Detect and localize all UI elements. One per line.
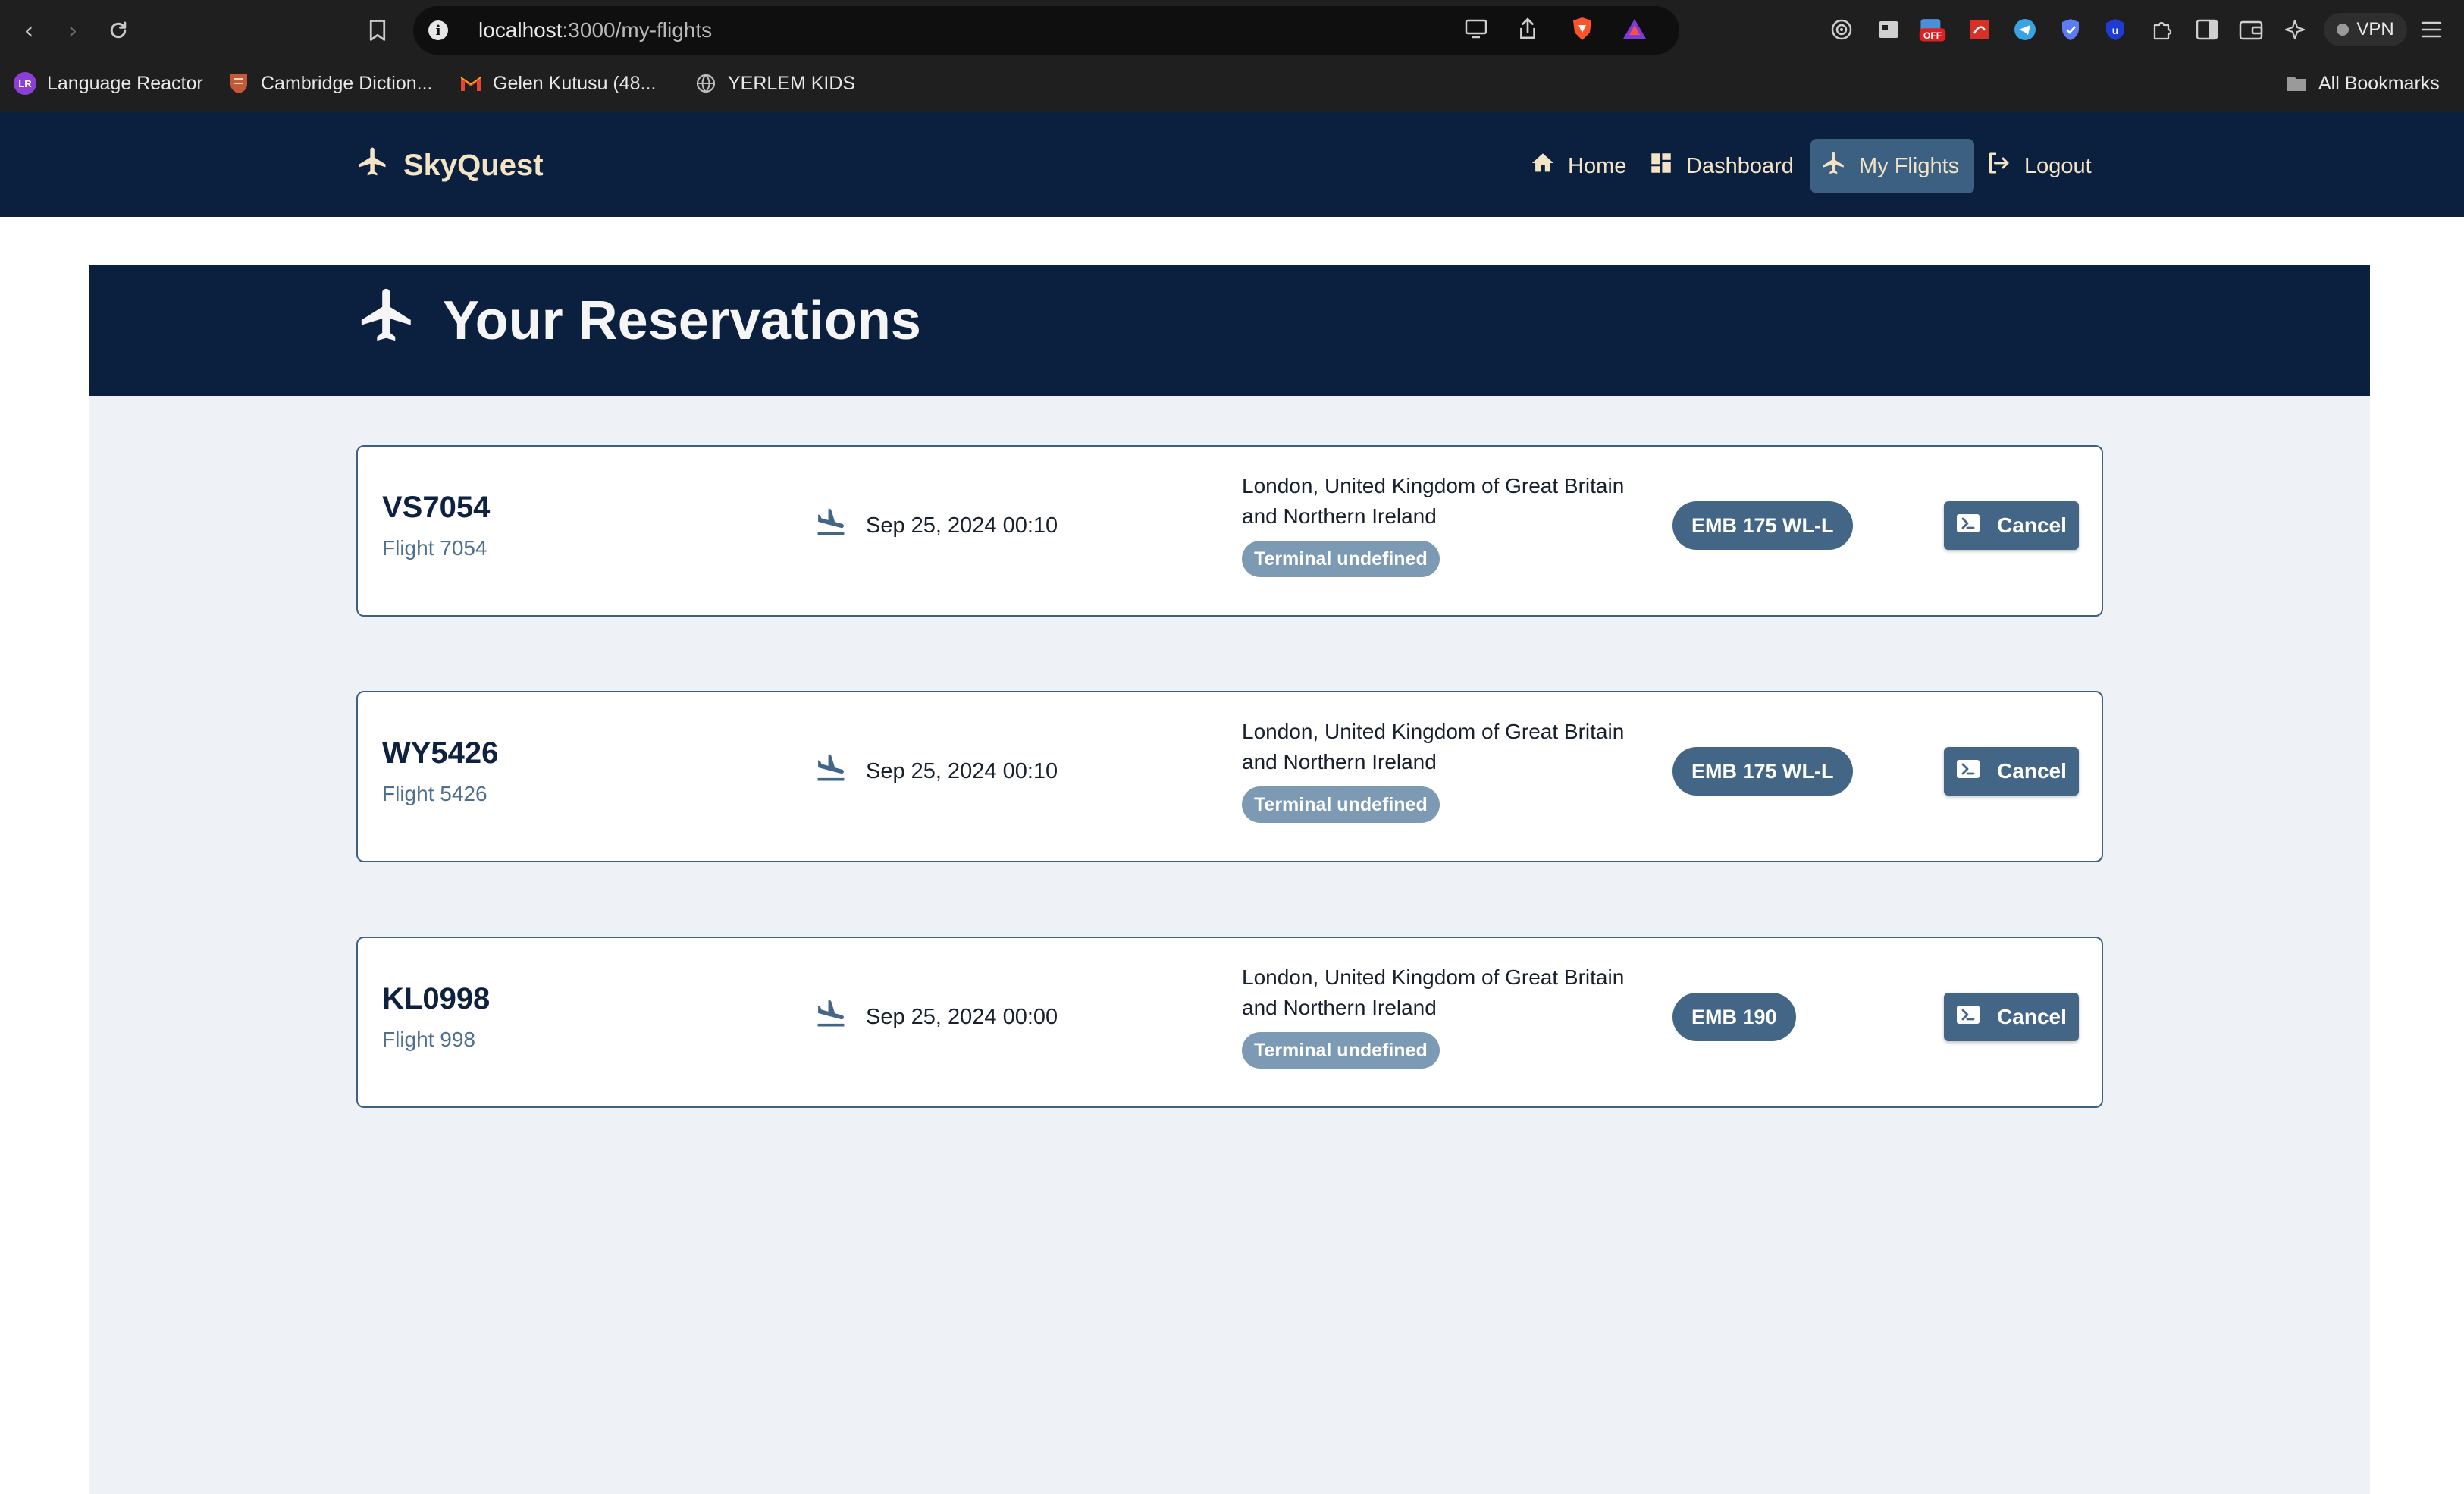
brand-link[interactable]: SkyQuest: [356, 146, 544, 184]
home-icon: [1530, 150, 1556, 182]
menu-icon[interactable]: [2417, 15, 2446, 44]
flight-number: Flight 998: [382, 1028, 475, 1051]
share-icon[interactable]: [1513, 14, 1543, 44]
nav-dashboard[interactable]: Dashboard: [1638, 139, 1804, 193]
bookmark-label: Language Reactor: [47, 72, 203, 94]
svg-text:OFF: OFF: [1923, 30, 1942, 41]
extension-shield-icon[interactable]: [2056, 15, 2085, 44]
nav-dashboard-label: Dashboard: [1686, 153, 1794, 178]
cast-icon[interactable]: [1462, 14, 1492, 44]
nav-logout-label: Logout: [2024, 153, 2092, 178]
destination-location: London, United Kingdom of Great Britain …: [1242, 965, 1625, 1019]
bookmark-label: Gelen Kutusu (48...: [493, 72, 657, 94]
svg-text:u: u: [2112, 24, 2119, 36]
gmail-icon: [459, 72, 482, 95]
cancel-icon: [1956, 758, 1980, 785]
plane-icon: [356, 284, 419, 359]
address-text[interactable]: localhost:3000/my-flights: [478, 18, 712, 42]
bookmark-label: Cambridge Diction...: [261, 72, 433, 94]
cancel-label: Cancel: [1997, 1005, 2067, 1028]
vpn-button[interactable]: VPN: [2324, 13, 2407, 46]
flight-code: KL0998: [382, 982, 491, 1015]
cancel-label: Cancel: [1997, 759, 2067, 783]
bookmark-gmail[interactable]: Gelen Kutusu (48...: [459, 67, 656, 100]
cancel-button[interactable]: Cancel: [1944, 993, 2079, 1041]
aircraft-badge: EMB 175 WL-L: [1672, 501, 1853, 550]
extensions-puzzle-icon[interactable]: [2147, 15, 2176, 44]
extension-telegram-icon[interactable]: [2011, 15, 2039, 44]
extension-pdf-icon[interactable]: [1965, 15, 1994, 44]
aircraft-badge: EMB 175 WL-L: [1672, 747, 1853, 796]
datetime-text: Sep 25, 2024 00:10: [866, 513, 1058, 538]
reservation-card: VS7054 Flight 7054 Sep 25, 2024 00:10 Lo…: [356, 445, 2103, 617]
cancel-label: Cancel: [1997, 513, 2067, 537]
terminal-badge: Terminal undefined: [1242, 541, 1440, 577]
departure-datetime: Sep 25, 2024 00:00: [814, 997, 1058, 1037]
brave-shield-icon[interactable]: [1567, 14, 1597, 44]
extension-screen-icon[interactable]: [1874, 15, 1903, 44]
nav-my-flights-label: My Flights: [1859, 153, 1960, 178]
forward-icon[interactable]: ›: [58, 15, 88, 46]
folder-icon: [2285, 72, 2308, 95]
reservation-card: KL0998 Flight 998 Sep 25, 2024 00:00 Lon…: [356, 937, 2103, 1108]
nav-home[interactable]: Home: [1519, 139, 1637, 193]
vpn-status-icon: [2337, 24, 2350, 36]
extension-u-icon[interactable]: u: [2101, 15, 2130, 44]
cancel-button[interactable]: Cancel: [1944, 501, 2079, 550]
sidebar-toggle-icon[interactable]: [2193, 15, 2221, 44]
bookmark-yerlem-kids[interactable]: YERLEM KIDS: [694, 67, 855, 100]
leo-ai-icon[interactable]: [2282, 15, 2311, 44]
departure-datetime: Sep 25, 2024 00:10: [814, 752, 1058, 791]
aircraft-badge: EMB 190: [1672, 993, 1796, 1041]
back-icon[interactable]: ‹: [14, 15, 44, 46]
extension-off-icon[interactable]: OFF: [1918, 15, 1947, 44]
brand-name: SkyQuest: [403, 148, 544, 182]
nav-my-flights[interactable]: My Flights: [1810, 139, 1974, 193]
flight-land-icon: [814, 997, 848, 1037]
all-bookmarks[interactable]: All Bookmarks: [2285, 67, 2440, 100]
bookmark-page-icon[interactable]: [362, 15, 393, 46]
language-reactor-icon: LR: [14, 72, 36, 95]
reservation-card: WY5426 Flight 5426 Sep 25, 2024 00:10 Lo…: [356, 691, 2103, 862]
bookmark-label: YERLEM KIDS: [728, 72, 856, 94]
destination-location: London, United Kingdom of Great Britain …: [1242, 474, 1625, 528]
logout-icon: [1985, 149, 2012, 183]
plane-icon: [356, 145, 390, 186]
cancel-button[interactable]: Cancel: [1944, 747, 2079, 796]
page-title: Your Reservations: [356, 287, 921, 355]
terminal-badge: Terminal undefined: [1242, 786, 1440, 823]
destination-location: London, United Kingdom of Great Britain …: [1242, 720, 1625, 774]
cambridge-crest-icon: [227, 72, 250, 95]
reload-icon[interactable]: [103, 15, 133, 46]
nav-home-label: Home: [1568, 153, 1627, 178]
flight-land-icon: [814, 506, 848, 545]
wallet-icon[interactable]: [2237, 15, 2265, 44]
terminal-badge: Terminal undefined: [1242, 1032, 1440, 1069]
flight-land-icon: [814, 752, 848, 791]
vpn-label: VPN: [2356, 19, 2394, 39]
nav-logout[interactable]: Logout: [1974, 139, 2102, 193]
datetime-text: Sep 25, 2024 00:10: [866, 758, 1058, 783]
all-bookmarks-label: All Bookmarks: [2318, 72, 2440, 94]
cancel-icon: [1956, 513, 1980, 539]
bookmark-language-reactor[interactable]: LR Language Reactor: [14, 67, 203, 100]
site-info-icon[interactable]: i: [428, 20, 448, 40]
departure-datetime: Sep 25, 2024 00:10: [814, 506, 1058, 545]
dashboard-icon: [1648, 150, 1674, 182]
globe-icon: [694, 72, 717, 95]
plane-icon: [1821, 150, 1847, 182]
flight-code: WY5426: [382, 736, 499, 770]
cancel-icon: [1956, 1004, 1980, 1031]
bookmark-cambridge[interactable]: Cambridge Diction...: [227, 67, 432, 100]
extension-target-icon[interactable]: [1827, 15, 1856, 44]
flight-number: Flight 7054: [382, 536, 487, 560]
datetime-text: Sep 25, 2024 00:00: [866, 1004, 1058, 1029]
brave-rewards-icon[interactable]: [1619, 14, 1650, 44]
flight-code: VS7054: [382, 491, 491, 524]
flight-number: Flight 5426: [382, 782, 487, 805]
page-title-text: Your Reservations: [443, 290, 921, 351]
